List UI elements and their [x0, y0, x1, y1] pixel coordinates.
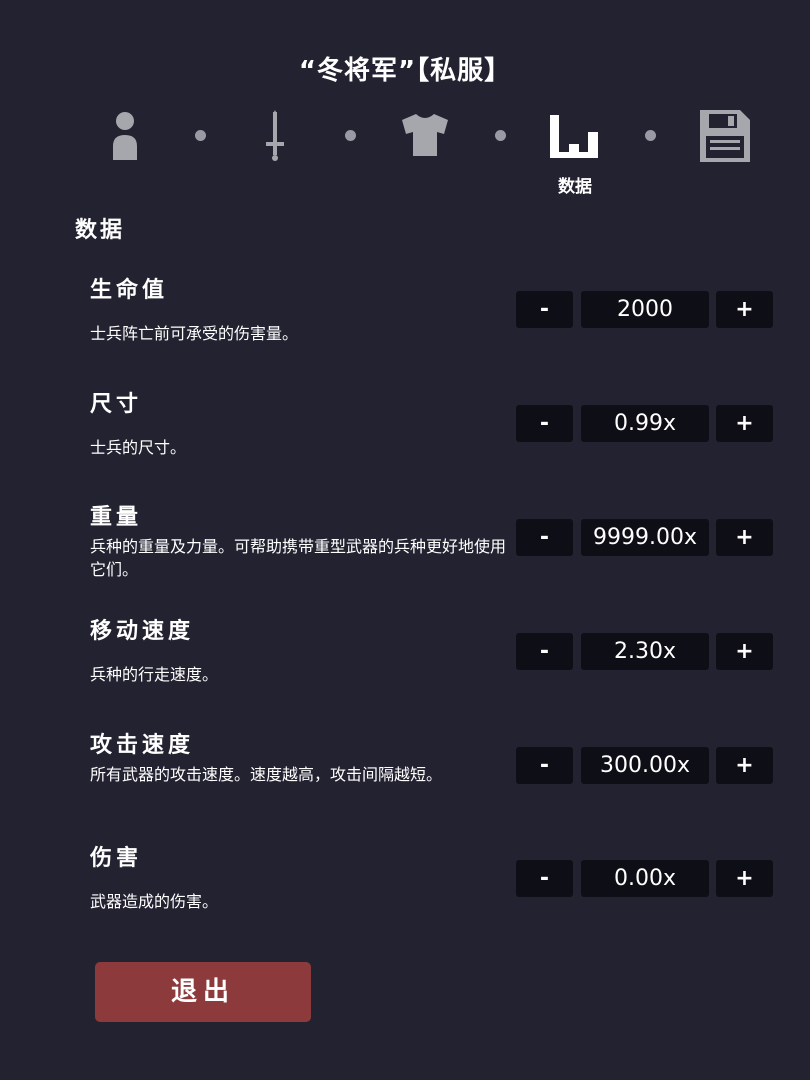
increase-button[interactable]: + [716, 860, 773, 897]
stat-row-damage: 伤害 武器造成的伤害。 - 0.00x + [0, 840, 810, 950]
step-character[interactable] [85, 108, 165, 198]
exit-button[interactable]: 退出 [95, 962, 311, 1022]
step-stats-label: 数据 [558, 177, 592, 197]
increase-button[interactable]: + [716, 405, 773, 442]
decrease-button[interactable]: - [516, 291, 573, 328]
step-separator-dot [645, 130, 656, 141]
decrease-button[interactable]: - [516, 860, 573, 897]
person-icon [113, 112, 137, 160]
stat-value: 300.00x [581, 747, 709, 784]
stat-row-move-speed: 移动速度 兵种的行走速度。 - 2.30x + [0, 613, 810, 723]
step-navigation: 数据 [0, 108, 810, 198]
stat-value: 2000 [581, 291, 709, 328]
section-title: 数据 [75, 218, 126, 243]
stat-description: 所有武器的攻击速度。速度越高，攻击间隔越短。 [90, 765, 443, 784]
floppy-save-icon [700, 110, 750, 162]
step-stats[interactable]: 数据 [535, 108, 615, 198]
stat-description: 兵种的行走速度。 [90, 665, 219, 684]
stat-value: 0.00x [581, 860, 709, 897]
stat-description: 武器造成的伤害。 [90, 892, 219, 911]
stat-row-size: 尺寸 士兵的尺寸。 - 0.99x + [0, 386, 810, 496]
stat-name: 重量 [90, 505, 143, 530]
stat-row-weight: 重量 兵种的重量及力量。可帮助携带重型武器的兵种更好地使用它们。 - 9999.… [0, 499, 810, 609]
step-separator-dot [495, 130, 506, 141]
step-separator-dot [195, 130, 206, 141]
step-separator-dot [345, 130, 356, 141]
increase-button[interactable]: + [716, 291, 773, 328]
step-save[interactable] [685, 108, 765, 198]
stat-value: 2.30x [581, 633, 709, 670]
decrease-button[interactable]: - [516, 747, 573, 784]
decrease-button[interactable]: - [516, 633, 573, 670]
stat-description: 士兵阵亡前可承受的伤害量。 [90, 324, 299, 343]
stat-name: 移动速度 [90, 619, 195, 644]
shirt-icon [402, 114, 448, 156]
increase-button[interactable]: + [716, 633, 773, 670]
stat-row-health: 生命值 士兵阵亡前可承受的伤害量。 - 2000 + [0, 272, 810, 382]
stat-name: 伤害 [90, 846, 143, 871]
decrease-button[interactable]: - [516, 519, 573, 556]
step-weapon[interactable] [235, 108, 315, 198]
stat-name: 尺寸 [90, 392, 143, 417]
stat-value: 0.99x [581, 405, 709, 442]
increase-button[interactable]: + [716, 747, 773, 784]
decrease-button[interactable]: - [516, 405, 573, 442]
stat-value: 9999.00x [581, 519, 709, 556]
page-title: “冬将军”【私服】 [298, 56, 512, 86]
stat-name: 攻击速度 [90, 733, 195, 758]
stat-description: 兵种的重量及力量。可帮助携带重型武器的兵种更好地使用它们。 [90, 537, 507, 579]
increase-button[interactable]: + [716, 519, 773, 556]
stat-row-attack-speed: 攻击速度 所有武器的攻击速度。速度越高，攻击间隔越短。 - 300.00x + [0, 727, 810, 837]
sword-icon [266, 110, 284, 161]
step-outfit[interactable] [385, 108, 465, 198]
stat-name: 生命值 [90, 278, 169, 303]
stat-description: 士兵的尺寸。 [90, 438, 187, 457]
stats-chart-icon [550, 115, 598, 158]
